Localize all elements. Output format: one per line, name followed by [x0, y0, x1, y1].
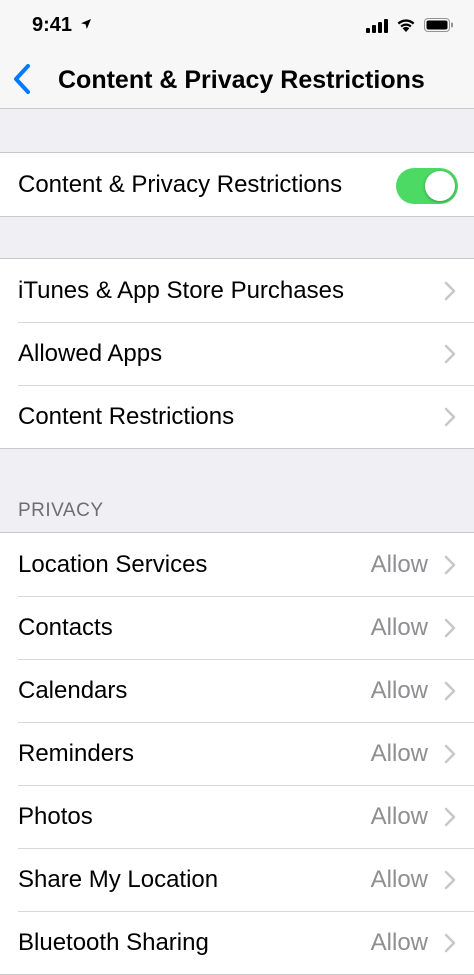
list-item-bluetooth-sharing[interactable]: Bluetooth Sharing Allow: [0, 911, 474, 974]
cellular-signal-icon: [366, 19, 388, 33]
list-item-photos[interactable]: Photos Allow: [0, 785, 474, 848]
chevron-right-icon: [444, 281, 456, 301]
list-item-allowed-apps[interactable]: Allowed Apps: [0, 322, 474, 385]
chevron-left-icon[interactable]: [8, 62, 38, 96]
chevron-right-icon: [444, 933, 456, 953]
list-item-label: Photos: [18, 802, 93, 830]
store-settings-group: iTunes & App Store Purchases Allowed App…: [0, 258, 474, 449]
list-item-location-services[interactable]: Location Services Allow: [0, 533, 474, 596]
chevron-right-icon: [444, 681, 456, 701]
list-item-label: Bluetooth Sharing: [18, 928, 209, 956]
chevron-right-icon: [444, 807, 456, 827]
page-title: Content & Privacy Restrictions: [58, 66, 425, 94]
toggle-label: Content & Privacy Restrictions: [18, 170, 343, 198]
list-item-label: Reminders: [18, 739, 135, 767]
chevron-right-icon: [444, 407, 456, 427]
list-item-label: Contacts: [18, 613, 113, 641]
battery-icon: [424, 18, 453, 32]
list-item-value: Allow: [370, 613, 428, 641]
list-item-label: Allowed Apps: [18, 339, 163, 367]
list-item-content-restrictions[interactable]: Content Restrictions: [0, 385, 474, 448]
toggle-knob: [425, 171, 455, 201]
chevron-right-icon: [444, 344, 456, 364]
status-time: 9:41: [32, 14, 73, 36]
wifi-icon: [397, 19, 415, 32]
navigation-bar: Content & Privacy Restrictions: [0, 50, 474, 109]
chevron-right-icon: [444, 744, 456, 764]
chevron-right-icon: [444, 555, 456, 575]
list-item-contacts[interactable]: Contacts Allow: [0, 596, 474, 659]
location-arrow-icon: [81, 19, 91, 29]
list-item-value: Allow: [370, 739, 428, 767]
status-bar: 9:41: [0, 0, 474, 50]
chevron-right-icon: [444, 618, 456, 638]
master-toggle-group: Content & Privacy Restrictions: [0, 152, 474, 217]
list-item-value: Allow: [370, 802, 428, 830]
list-item-label: Calendars: [18, 676, 128, 704]
list-item-value: Allow: [370, 550, 428, 578]
list-item-calendars[interactable]: Calendars Allow: [0, 659, 474, 722]
list-item-label: Content Restrictions: [18, 402, 235, 430]
list-item-label: iTunes & App Store Purchases: [18, 276, 344, 304]
content-privacy-toggle-row[interactable]: Content & Privacy Restrictions: [0, 153, 474, 216]
chevron-right-icon: [444, 870, 456, 890]
list-item-share-my-location[interactable]: Share My Location Allow: [0, 848, 474, 911]
list-item-value: Allow: [370, 928, 428, 956]
list-item-value: Allow: [370, 676, 428, 704]
list-item-label: Share My Location: [18, 865, 219, 893]
list-item-itunes-purchases[interactable]: iTunes & App Store Purchases: [0, 259, 474, 322]
list-item-label: Location Services: [18, 550, 208, 578]
section-header-privacy: PRIVACY: [18, 500, 104, 521]
privacy-group: Location Services Allow Contacts Allow C…: [0, 532, 474, 975]
content-privacy-toggle[interactable]: [396, 168, 458, 204]
list-item-value: Allow: [370, 865, 428, 893]
list-item-reminders[interactable]: Reminders Allow: [0, 722, 474, 785]
